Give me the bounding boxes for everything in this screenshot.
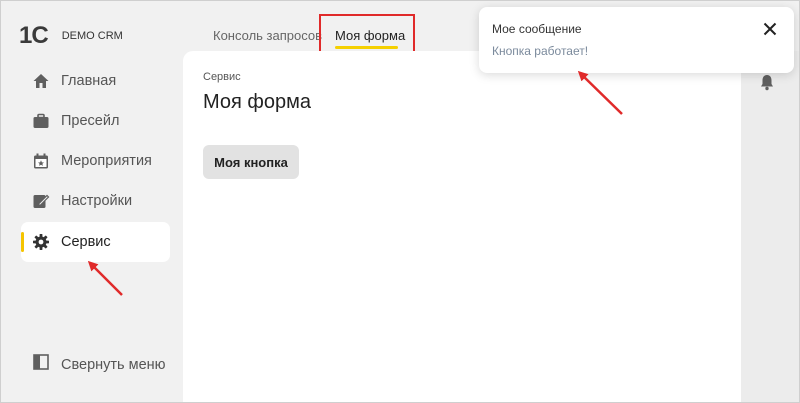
right-panel bbox=[741, 51, 799, 402]
sidebar-item-home[interactable]: Главная bbox=[21, 61, 170, 101]
edit-icon bbox=[32, 192, 50, 210]
form-panel: Сервис Моя форма Моя кнопка bbox=[183, 51, 741, 402]
sidebar-item-label: Главная bbox=[61, 73, 117, 89]
notification-toast: Мое сообщение Кнопка работает! bbox=[479, 7, 794, 73]
home-icon bbox=[32, 72, 50, 90]
toast-message: Кнопка работает! bbox=[492, 44, 589, 58]
gear-icon bbox=[32, 233, 50, 251]
app-logo: 1С DEMO CRM bbox=[19, 22, 123, 50]
collapse-menu-button[interactable]: Свернуть меню bbox=[32, 353, 166, 376]
sidebar-item-label: Пресейл bbox=[61, 113, 120, 129]
sidebar-item-service[interactable]: Сервис bbox=[21, 222, 170, 262]
breadcrumb[interactable]: Сервис bbox=[203, 71, 241, 83]
page-title: Моя форма bbox=[203, 91, 311, 113]
toast-title: Мое сообщение bbox=[492, 22, 582, 36]
collapse-menu-label: Свернуть меню bbox=[61, 356, 166, 373]
annotation-arrow-sidebar bbox=[87, 260, 123, 296]
tab-query-console[interactable]: Консоль запросов bbox=[213, 28, 322, 43]
bell-icon[interactable] bbox=[758, 73, 776, 96]
sidebar-item-label: Настройки bbox=[61, 193, 133, 209]
sidebar: Главная Пресейл Мероприятия Настройки Се… bbox=[21, 61, 170, 262]
calendar-icon bbox=[32, 152, 50, 170]
sidebar-item-events[interactable]: Мероприятия bbox=[21, 141, 170, 181]
sidebar-item-label: Мероприятия bbox=[61, 153, 152, 169]
app-window: 1С DEMO CRM Главная Пресейл Мероприятия bbox=[0, 0, 800, 403]
my-button[interactable]: Моя кнопка bbox=[203, 145, 299, 179]
sidebar-item-presale[interactable]: Пресейл bbox=[21, 101, 170, 141]
briefcase-icon bbox=[32, 112, 50, 130]
sidebar-item-settings[interactable]: Настройки bbox=[21, 181, 170, 221]
close-icon[interactable] bbox=[762, 21, 778, 37]
logo-mark: 1С bbox=[19, 22, 49, 49]
sidebar-toggle-icon bbox=[32, 353, 50, 376]
app-name: DEMO CRM bbox=[61, 30, 123, 42]
sidebar-item-label: Сервис bbox=[61, 234, 111, 250]
